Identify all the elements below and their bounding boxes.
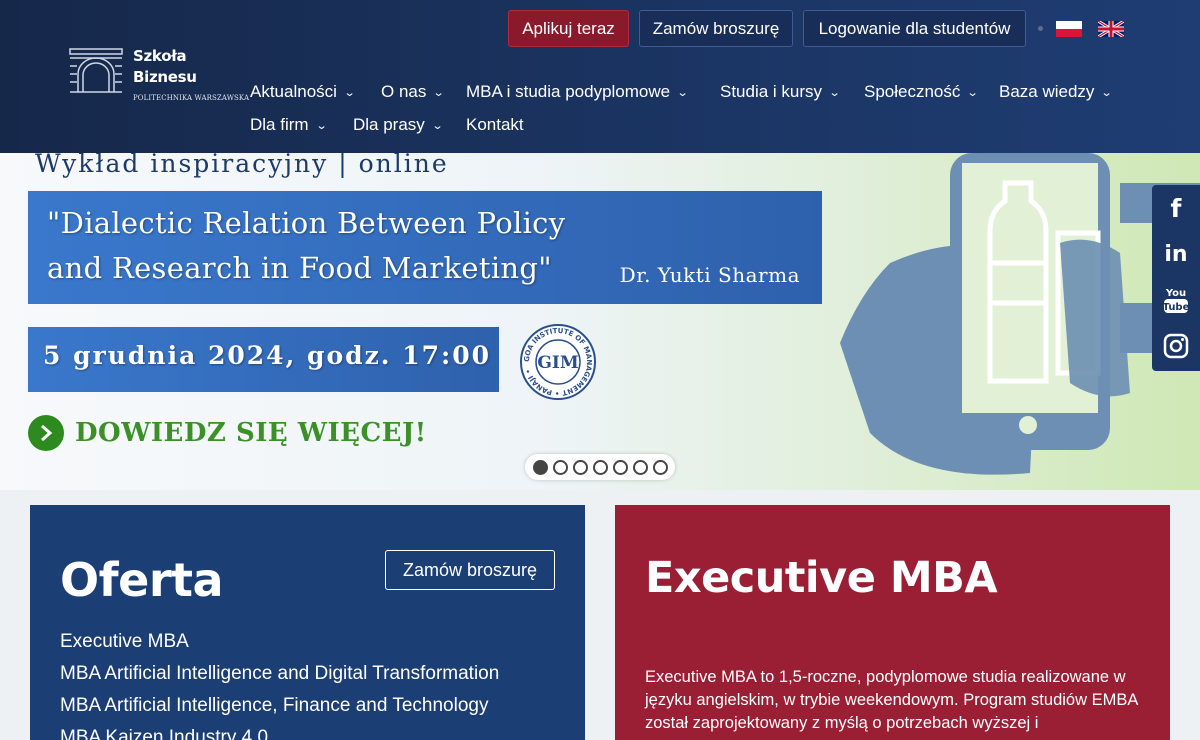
nav-item-aktualnosci[interactable]: Aktualności ⌄ (250, 82, 356, 102)
logo-subtitle: POLITECHNIKA WARSZAWSKA (133, 94, 250, 102)
arch-logo-icon (69, 48, 123, 93)
hero-date-banner: 5 grudnia 2024, godz. 17:00 (28, 327, 499, 392)
chevron-down-icon: ⌄ (431, 119, 444, 132)
gim-logo-icon: GOA INSTITUTE OF MANAGEMENT • PANAJI • G… (520, 324, 596, 400)
slide-dot[interactable] (552, 459, 568, 475)
svg-text:Tube: Tube (1163, 302, 1190, 313)
nav-item-studia[interactable]: Studia i kursy ⌄ (720, 82, 841, 102)
svg-text:You: You (1165, 288, 1186, 299)
nav-label: Społeczność (864, 82, 961, 101)
nav-label: Aktualności (250, 82, 337, 101)
chevron-down-icon: ⌄ (343, 86, 356, 99)
chevron-down-icon: ⌄ (967, 86, 979, 99)
chevron-down-icon: ⌄ (676, 86, 689, 99)
slide-dot[interactable] (592, 459, 608, 475)
nav-item-dla-firm[interactable]: Dla firm ⌄ (250, 115, 328, 135)
linkedin-icon[interactable]: in (1152, 231, 1200, 277)
chevron-down-icon: ⌄ (315, 119, 328, 132)
slide-dot[interactable] (612, 459, 628, 475)
logo-line-2: Biznesu (133, 68, 197, 86)
executive-mba-card: Executive MBA Executive MBA to 1,5-roczn… (615, 505, 1170, 740)
learn-more-label: DOWIEDZ SIĘ WIĘCEJ! (75, 418, 427, 448)
slider-pagination (525, 454, 675, 480)
nav-item-kontakt[interactable]: Kontakt (466, 115, 524, 135)
nav-label: Studia i kursy (720, 82, 823, 101)
logo-text: Szkoła Biznesu POLITECHNIKA WARSZAWSKA (133, 46, 249, 102)
chevron-down-icon: ⌄ (432, 86, 445, 99)
chevron-down-icon: ⌄ (1101, 86, 1114, 99)
nav-label: Baza wiedzy (999, 82, 1095, 101)
slide-dot[interactable] (632, 459, 648, 475)
offer-card: Oferta Zamów broszurę Executive MBA MBA … (30, 505, 585, 740)
nav-label: MBA i studia podyplomowe (466, 82, 671, 101)
pl-flag-icon[interactable] (1056, 21, 1082, 37)
student-login-button[interactable]: Logowanie dla studentów (803, 10, 1026, 47)
emba-title: Executive MBA (645, 553, 998, 603)
nav-label: O nas (381, 82, 427, 101)
logo-line-1: Szkoła (133, 47, 187, 65)
gim-initials: GIM (537, 353, 578, 373)
nav-item-dla-prasy[interactable]: Dla prasy ⌄ (353, 115, 444, 135)
emba-description: Executive MBA to 1,5-roczne, podyplomowe… (645, 668, 1138, 732)
apply-now-button[interactable]: Aplikuj teraz (508, 10, 629, 47)
offer-item-mba-ai-finance[interactable]: MBA Artificial Intelligence, Finance and… (60, 690, 499, 722)
youtube-icon[interactable]: You Tube (1152, 277, 1200, 323)
slide-dot[interactable] (532, 459, 548, 475)
order-brochure-card-button[interactable]: Zamów broszurę (385, 550, 555, 590)
offer-item-mba-kaizen[interactable]: MBA Kaizen Industry 4.0 (60, 722, 499, 740)
hero-slider[interactable]: Wykład inspiracyjny | online "Dialectic … (0, 153, 1200, 490)
uk-flag-icon[interactable] (1098, 21, 1124, 37)
phone-food-illustration (840, 153, 1200, 475)
site-header: Szkoła Biznesu POLITECHNIKA WARSZAWSKA A… (0, 0, 1200, 153)
hero-title: "Dialectic Relation Between Policy and R… (47, 206, 566, 285)
order-brochure-button[interactable]: Zamów broszurę (639, 10, 793, 47)
hero-subtitle: Wykład inspiracyjny | online (35, 153, 449, 178)
offer-title: Oferta (60, 553, 224, 607)
nav-item-mba[interactable]: MBA i studia podyplomowe ⌄ (466, 82, 689, 102)
site-logo[interactable]: Szkoła Biznesu POLITECHNIKA WARSZAWSKA (68, 46, 249, 102)
social-sidebar: f in You Tube (1152, 185, 1200, 371)
hero-title-banner: "Dialectic Relation Between Policy and R… (28, 191, 822, 304)
hero-date: 5 grudnia 2024, godz. 17:00 (43, 341, 492, 370)
offer-item-mba-ai-digital[interactable]: MBA Artificial Intelligence and Digital … (60, 658, 499, 690)
offer-list: Executive MBA MBA Artificial Intelligenc… (60, 626, 499, 740)
hero-author: Dr. Yukti Sharma (619, 263, 800, 287)
separator-dot (1038, 26, 1043, 31)
chevron-right-icon (28, 415, 64, 451)
instagram-icon[interactable] (1152, 323, 1200, 369)
nav-item-spolecznosc[interactable]: Społeczność ⌄ (864, 82, 979, 102)
nav-item-o-nas[interactable]: O nas ⌄ (381, 82, 445, 102)
learn-more-link[interactable]: DOWIEDZ SIĘ WIĘCEJ! (28, 415, 427, 451)
nav-label: Dla prasy (353, 115, 425, 134)
facebook-icon[interactable]: f (1152, 185, 1200, 231)
slide-dot[interactable] (652, 459, 668, 475)
slide-dot[interactable] (572, 459, 588, 475)
chevron-down-icon: ⌄ (828, 86, 841, 99)
offer-item-executive-mba[interactable]: Executive MBA (60, 626, 499, 658)
nav-label: Dla firm (250, 115, 309, 134)
nav-item-baza-wiedzy[interactable]: Baza wiedzy ⌄ (999, 82, 1114, 102)
nav-label: Kontakt (466, 115, 524, 134)
